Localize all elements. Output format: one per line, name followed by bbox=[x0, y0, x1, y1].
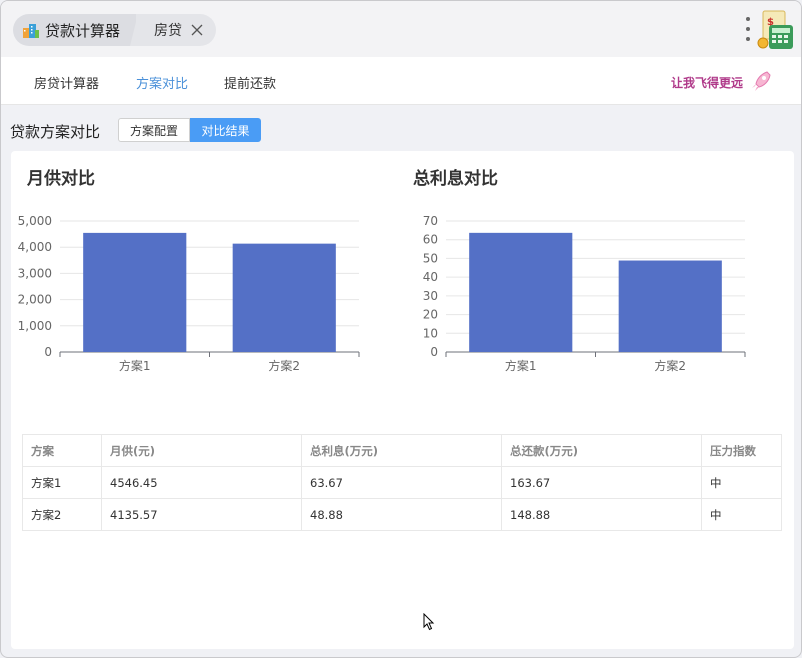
chart-title-interest: 总利息对比 bbox=[413, 169, 498, 189]
y-tick-label: 0 bbox=[430, 345, 438, 359]
tab-main-label: 贷款计算器 bbox=[45, 21, 121, 40]
y-tick-label: 20 bbox=[423, 308, 438, 322]
y-tick-label: 2,000 bbox=[18, 293, 52, 307]
nav-item-early-repayment[interactable]: 提前还款 bbox=[224, 73, 276, 92]
y-tick-label: 60 bbox=[423, 233, 438, 247]
table-cell: 方案2 bbox=[22, 498, 102, 531]
table-cell: 中 bbox=[701, 466, 782, 499]
tab-second-label: 房贷 bbox=[154, 23, 183, 39]
y-tick-label: 70 bbox=[423, 214, 438, 228]
total-interest-chart: 0 10 20 30 40 50 60 70 方案1 方案2 bbox=[423, 214, 746, 373]
nav-item-mortgage-calculator[interactable]: 房贷计算器 bbox=[34, 73, 99, 92]
slogan-text: 让我飞得更远 bbox=[671, 76, 744, 90]
y-tick-label: 50 bbox=[423, 251, 438, 265]
x-tick-label: 方案2 bbox=[268, 358, 300, 373]
y-tick-label: 0 bbox=[44, 345, 52, 359]
column-header: 方案 bbox=[22, 434, 102, 467]
calculator-logo-icon: $ bbox=[755, 9, 795, 51]
bar[interactable] bbox=[83, 232, 187, 352]
more-menu-icon[interactable] bbox=[745, 17, 751, 41]
title-bar: 贷款计算器 房贷 $ bbox=[1, 1, 801, 57]
nav-item-plan-comparison[interactable]: 方案对比 bbox=[136, 73, 188, 92]
column-header: 总利息(万元) bbox=[301, 434, 502, 467]
bar[interactable] bbox=[232, 243, 336, 352]
comparison-table: 方案 月供(元) 总利息(万元) 总还款(万元) 压力指数 方案1 4546.4… bbox=[22, 434, 782, 531]
y-tick-label: 1,000 bbox=[18, 319, 52, 333]
bar[interactable] bbox=[469, 232, 573, 352]
tab-loan-calculator[interactable]: 贷款计算器 bbox=[13, 14, 143, 46]
y-tick-label: 10 bbox=[423, 326, 438, 340]
nav-bar: 房贷计算器 方案对比 提前还款 让我飞得更远 bbox=[1, 57, 801, 105]
table-cell: 中 bbox=[701, 498, 782, 531]
page-title: 贷款方案对比 bbox=[10, 123, 101, 141]
x-tick-label: 方案1 bbox=[505, 358, 537, 373]
bar[interactable] bbox=[618, 260, 722, 352]
table-cell: 48.88 bbox=[301, 498, 502, 531]
table-cell: 163.67 bbox=[501, 466, 702, 499]
x-tick-label: 方案2 bbox=[654, 358, 686, 373]
app-buildings-icon bbox=[21, 20, 41, 40]
tab-mortgage[interactable]: 房贷 bbox=[130, 14, 217, 46]
table-cell: 4135.57 bbox=[101, 498, 302, 531]
y-tick-label: 5,000 bbox=[18, 214, 52, 228]
y-tick-label: 40 bbox=[423, 270, 438, 284]
table-cell: 63.67 bbox=[301, 466, 502, 499]
y-tick-label: 3,000 bbox=[18, 266, 52, 280]
content-panel: 月供对比 总利息对比 0 1,000 2,000 3,000 4,000 5,000 方案1… bbox=[11, 151, 794, 649]
table-cell: 148.88 bbox=[501, 498, 702, 531]
column-header: 月供(元) bbox=[101, 434, 302, 467]
column-header: 总还款(万元) bbox=[501, 434, 702, 467]
table-row: 方案2 4135.57 48.88 148.88 中 bbox=[22, 498, 782, 531]
table-cell: 方案1 bbox=[22, 466, 102, 499]
table-header-row: 方案 月供(元) 总利息(万元) 总还款(万元) 压力指数 bbox=[22, 434, 782, 467]
y-tick-label: 4,000 bbox=[18, 240, 52, 254]
rocket-icon bbox=[749, 69, 773, 93]
tab-compare-result[interactable]: 对比结果 bbox=[190, 118, 261, 142]
tab-strip: 贷款计算器 房贷 bbox=[13, 14, 217, 46]
chart-title-monthly: 月供对比 bbox=[27, 169, 95, 189]
app-window: 贷款计算器 房贷 $ 房贷计算器 方案对比 提前还款 让我飞得更远 贷款方案对比… bbox=[0, 0, 802, 658]
close-icon[interactable] bbox=[190, 23, 204, 37]
tab-plan-config[interactable]: 方案配置 bbox=[118, 118, 190, 142]
column-header: 压力指数 bbox=[701, 434, 782, 467]
y-tick-label: 30 bbox=[423, 289, 438, 303]
mouse-cursor-icon bbox=[423, 612, 435, 631]
monthly-payment-chart: 0 1,000 2,000 3,000 4,000 5,000 方案1 方案2 bbox=[18, 214, 360, 373]
x-tick-label: 方案1 bbox=[119, 358, 151, 373]
table-row: 方案1 4546.45 63.67 163.67 中 bbox=[22, 466, 782, 499]
table-cell: 4546.45 bbox=[101, 466, 302, 499]
